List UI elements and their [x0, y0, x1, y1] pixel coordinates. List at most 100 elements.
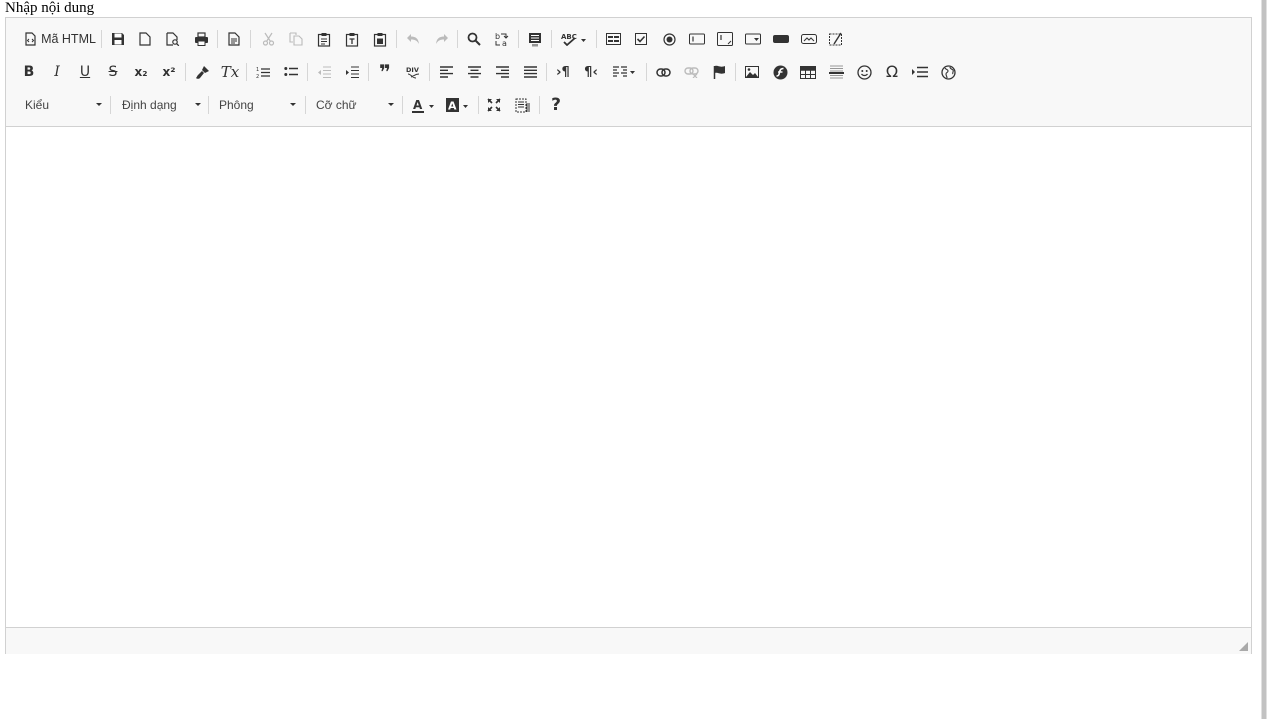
underline-icon: U [79, 64, 91, 80]
copy-format-button[interactable] [191, 60, 213, 84]
template-icon [228, 32, 240, 46]
resize-grip-icon[interactable] [1239, 642, 1248, 651]
preview-button[interactable] [162, 27, 184, 51]
separator [596, 30, 597, 48]
button-field-button[interactable] [770, 27, 792, 51]
outdent-button[interactable] [313, 60, 335, 84]
smiley-button[interactable] [853, 60, 875, 84]
background-color-button[interactable]: A [443, 93, 473, 117]
numbered-list-button[interactable]: 12 [252, 60, 274, 84]
language-button[interactable] [609, 60, 639, 84]
paste-text-button[interactable] [341, 27, 363, 51]
page-scrollbar[interactable] [1261, 0, 1267, 719]
help-button[interactable]: ? [545, 93, 567, 117]
chevron-down-icon [290, 103, 296, 106]
find-button[interactable] [463, 27, 485, 51]
editor-status-bar [6, 627, 1251, 654]
paste-from-word-button[interactable] [369, 27, 391, 51]
form-button[interactable] [602, 27, 624, 51]
font-size-combo[interactable]: Cỡ chữ [312, 94, 396, 116]
text-direction-rtl-button[interactable]: ¶‹ [580, 60, 602, 84]
maximize-button[interactable] [483, 93, 505, 117]
align-right-button[interactable] [491, 60, 513, 84]
spellcheck-button[interactable]: ABC [557, 27, 591, 51]
subscript-button[interactable]: x₂ [130, 60, 152, 84]
align-center-button[interactable] [463, 60, 485, 84]
bulleted-list-button[interactable] [280, 60, 302, 84]
special-char-button[interactable]: Ω [881, 60, 903, 84]
help-icon: ? [551, 94, 561, 115]
font-size-combo-label: Cỡ chữ [316, 98, 357, 112]
remove-format-button[interactable]: Tx [219, 60, 241, 84]
source-button[interactable]: Mã HTML [20, 27, 100, 51]
copy-icon [289, 32, 303, 46]
link-button[interactable] [652, 60, 674, 84]
indent-button[interactable] [341, 60, 363, 84]
iframe-button[interactable] [937, 60, 959, 84]
format-combo[interactable]: Định dạng [118, 94, 203, 116]
justify-button[interactable] [519, 60, 541, 84]
superscript-button[interactable]: x² [158, 60, 180, 84]
flash-button[interactable] [769, 60, 791, 84]
scrollbar-thumb[interactable] [1262, 0, 1266, 719]
checkbox-button[interactable] [630, 27, 652, 51]
superscript-icon: x² [162, 65, 176, 79]
underline-button[interactable]: U [74, 60, 96, 84]
separator [646, 63, 647, 81]
save-icon [112, 33, 124, 45]
blockquote-button[interactable]: ❞ [374, 60, 396, 84]
cut-button[interactable] [257, 27, 279, 51]
image-button[interactable] [741, 60, 763, 84]
strikethrough-button[interactable]: S [102, 60, 124, 84]
unlink-button[interactable] [680, 60, 702, 84]
italic-button[interactable]: I [46, 60, 68, 84]
anchor-button[interactable] [708, 60, 730, 84]
separator [307, 63, 308, 81]
paint-brush-icon [195, 65, 209, 79]
create-div-button[interactable]: DIV [402, 60, 424, 84]
source-button-label: Mã HTML [41, 32, 96, 46]
indent-icon [346, 66, 359, 78]
page-break-button[interactable] [909, 60, 931, 84]
radio-button[interactable] [658, 27, 680, 51]
paste-button[interactable] [313, 27, 335, 51]
undo-button[interactable] [402, 27, 424, 51]
save-button[interactable] [107, 27, 129, 51]
bold-button[interactable]: B [18, 60, 40, 84]
separator [110, 96, 111, 114]
text-color-button[interactable]: A [409, 93, 439, 117]
separator [246, 63, 247, 81]
separator [551, 30, 552, 48]
checkbox-icon [635, 33, 647, 45]
quote-icon: ❞ [379, 60, 391, 84]
text-direction-ltr-button[interactable]: ›¶ [552, 60, 574, 84]
copy-button[interactable] [285, 27, 307, 51]
horizontal-line-button[interactable] [825, 60, 847, 84]
editor-content-area[interactable] [6, 127, 1251, 626]
select-all-button[interactable] [524, 27, 546, 51]
replace-button[interactable]: ba [491, 27, 513, 51]
table-button[interactable] [797, 60, 819, 84]
print-button[interactable] [190, 27, 212, 51]
select-field-button[interactable] [742, 27, 764, 51]
hidden-field-button[interactable] [826, 27, 848, 51]
style-combo[interactable]: Kiểu [21, 94, 104, 116]
templates-button[interactable] [223, 27, 245, 51]
textarea-button[interactable] [714, 27, 736, 51]
rich-text-editor: Mã HTML b a ABC B I U S x₂ x² Tx 1 2 ❞ D… [5, 17, 1252, 654]
svg-text:ABC: ABC [561, 33, 577, 41]
font-combo-label: Phông [219, 98, 254, 112]
font-combo[interactable]: Phông [215, 94, 298, 116]
remove-format-icon: Tx [220, 62, 240, 81]
image-button-field-button[interactable] [798, 27, 820, 51]
separator [539, 96, 540, 114]
redo-icon [435, 34, 448, 44]
show-blocks-button[interactable] [511, 93, 533, 117]
separator [457, 30, 458, 48]
link-icon [655, 67, 671, 77]
redo-button[interactable] [430, 27, 452, 51]
toolbar-row-3: Kiểu Định dạng Phông Cỡ chữ A A ? [6, 88, 1251, 121]
text-field-button[interactable] [686, 27, 708, 51]
new-page-button[interactable] [134, 27, 156, 51]
align-left-button[interactable] [435, 60, 457, 84]
